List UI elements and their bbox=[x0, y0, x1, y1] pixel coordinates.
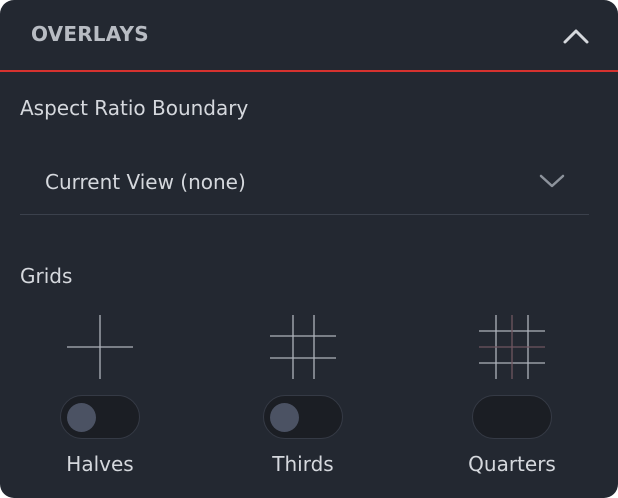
chevron-up-icon bbox=[563, 29, 589, 44]
grid-option-halves: Halves bbox=[20, 312, 180, 487]
grid-option-thirds: Thirds bbox=[223, 312, 383, 487]
toggle-knob bbox=[270, 403, 299, 432]
quarters-label: Quarters bbox=[468, 452, 556, 476]
thirds-toggle[interactable] bbox=[263, 395, 343, 439]
overlays-panel: OVERLAYS Aspect Ratio Boundary Current V… bbox=[0, 0, 618, 498]
toggle-knob bbox=[67, 403, 96, 432]
aspect-ratio-selected-value: Current View (none) bbox=[45, 170, 246, 194]
halves-toggle[interactable] bbox=[60, 395, 140, 439]
quarters-toggle[interactable] bbox=[472, 395, 552, 439]
collapse-button[interactable] bbox=[558, 20, 594, 52]
chevron-down-icon bbox=[539, 174, 565, 188]
halves-label: Halves bbox=[66, 452, 134, 476]
grids-label: Grids bbox=[20, 264, 73, 288]
halves-grid-icon bbox=[67, 315, 133, 379]
aspect-ratio-label: Aspect Ratio Boundary bbox=[20, 96, 249, 120]
thirds-label: Thirds bbox=[272, 452, 334, 476]
quarters-grid-icon bbox=[479, 315, 545, 379]
aspect-ratio-select[interactable]: Current View (none) bbox=[20, 152, 589, 215]
grid-option-quarters: Quarters bbox=[432, 312, 592, 487]
panel-header[interactable]: OVERLAYS bbox=[0, 0, 618, 72]
thirds-grid-icon bbox=[270, 315, 336, 379]
panel-title: OVERLAYS bbox=[31, 22, 149, 46]
